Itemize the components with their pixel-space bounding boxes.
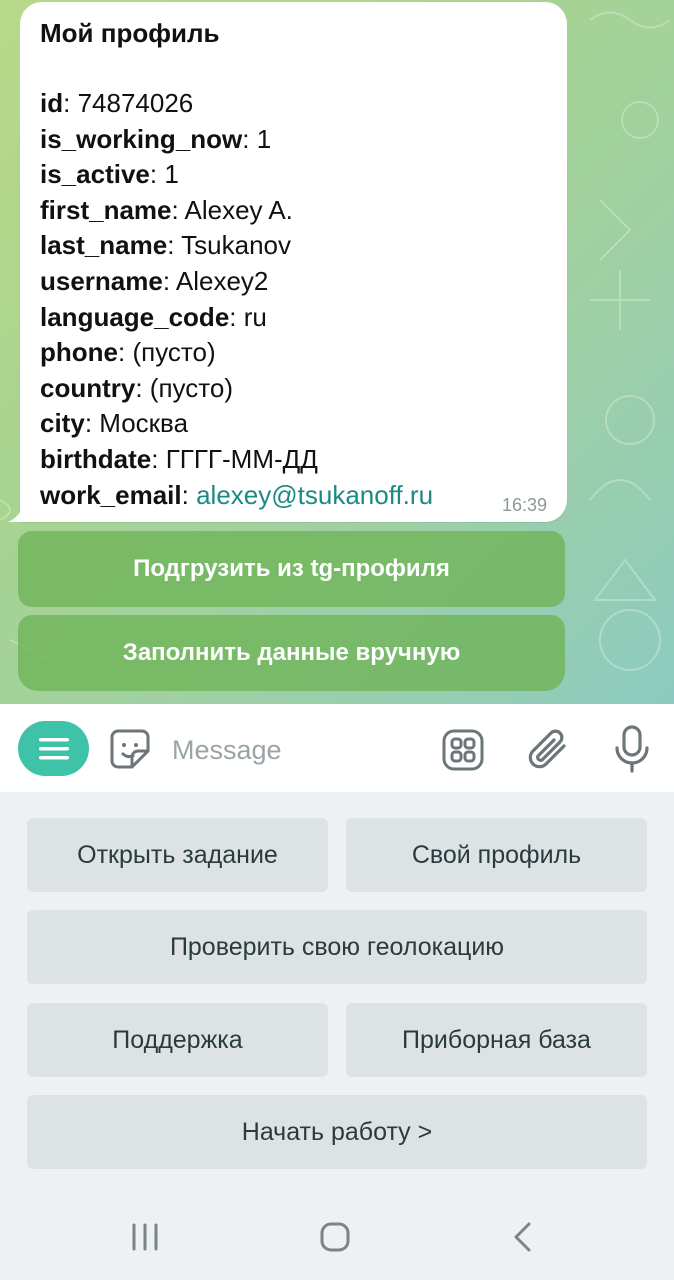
field-key: language_code <box>40 301 230 332</box>
profile-field-language-code: language_code: ru <box>40 300 547 336</box>
email-link[interactable]: alexey@tsukanoff.ru <box>196 480 433 510</box>
message-input[interactable] <box>170 726 424 774</box>
profile-field-last-name: last_name: Tsukanov <box>40 228 547 264</box>
field-key: id <box>40 88 64 118</box>
profile-field-username: username: Alexey2 <box>40 264 547 300</box>
bot-commands-icon[interactable] <box>441 728 485 772</box>
load-from-tg-button[interactable]: Подгрузить из tg-профиля <box>18 531 565 607</box>
bot-reply-keyboard: Открыть задание Свой профиль Проверить с… <box>0 792 674 1196</box>
field-value: ru <box>243 301 267 332</box>
profile-field-phone: phone: (пусто) <box>40 335 547 371</box>
profile-field-id: id: 74874026 <box>40 86 547 122</box>
field-separator: : <box>181 479 197 510</box>
field-value: Москва <box>99 408 189 439</box>
profile-field-birthdate: birthdate: ГГГГ-ММ-ДД <box>40 442 547 478</box>
field-separator: : <box>135 372 150 403</box>
field-value: Alexey A. <box>184 194 293 225</box>
field-separator: : <box>162 265 176 296</box>
chat-area: Мой профиль id: 74874026 is_working_now: … <box>0 0 674 704</box>
profile-fields-list: id: 74874026 is_working_now: 1 is_active: … <box>40 86 547 513</box>
field-separator: : <box>171 194 185 225</box>
open-task-button[interactable]: Открыть задание <box>27 818 328 892</box>
field-separator: : <box>167 230 182 261</box>
field-key: last_name <box>40 230 168 261</box>
nav-recents-icon[interactable] <box>130 1222 160 1252</box>
profile-field-country: country: (пусто) <box>40 371 547 407</box>
field-value: 74874026 <box>77 88 194 118</box>
fill-manually-button[interactable]: Заполнить данные вручную <box>18 615 565 691</box>
field-value: Tsukanov <box>181 230 292 261</box>
profile-field-city: city: Москва <box>40 406 547 442</box>
field-key: country <box>40 372 136 403</box>
nav-home-icon[interactable] <box>319 1221 351 1253</box>
field-separator: : <box>242 123 257 154</box>
field-value: ГГГГ-ММ-ДД <box>165 443 318 474</box>
message-input-bar <box>0 704 674 792</box>
support-button[interactable]: Поддержка <box>27 1003 328 1077</box>
field-separator: : <box>63 88 78 118</box>
start-work-button[interactable]: Начать работу > <box>27 1095 647 1169</box>
field-key: is_working_now <box>40 123 243 154</box>
device-base-button[interactable]: Приборная база <box>346 1003 647 1077</box>
field-key: phone <box>40 337 118 368</box>
field-value: 1 <box>256 123 272 154</box>
field-key: is_active <box>40 159 150 190</box>
mic-icon[interactable] <box>612 724 652 774</box>
field-separator: : <box>84 408 100 439</box>
system-navigation-bar <box>0 1196 674 1280</box>
field-value: (пусто) <box>149 372 233 403</box>
field-separator: : <box>229 301 244 332</box>
profile-field-is-active: is_active: 1 <box>40 157 547 193</box>
profile-field-is-working-now: is_working_now: 1 <box>40 122 547 158</box>
bot-menu-button[interactable] <box>18 721 89 776</box>
message-time: 16:39 <box>501 495 547 515</box>
field-key: username <box>40 265 163 296</box>
field-separator: : <box>149 159 165 190</box>
field-value: Alexey2 <box>175 265 269 296</box>
message-title: Мой профиль <box>40 18 220 48</box>
field-key: birthdate <box>40 443 152 474</box>
field-value: 1 <box>164 159 179 190</box>
profile-message-bubble: Мой профиль id: 74874026 is_working_now: … <box>20 2 567 522</box>
field-value: (пусто) <box>132 337 216 368</box>
profile-field-first-name: first_name: Alexey A. <box>40 193 547 229</box>
nav-back-icon[interactable] <box>510 1221 534 1253</box>
profile-field-work-email: work_email: alexey@tsukanoff.ru <box>40 478 547 514</box>
menu-icon <box>38 737 69 759</box>
check-geolocation-button[interactable]: Проверить свою геолокацию <box>27 910 647 984</box>
field-separator: : <box>151 443 166 474</box>
field-key: first_name <box>40 194 172 225</box>
field-key: work_email <box>40 479 182 510</box>
field-separator: : <box>118 337 133 368</box>
field-key: city <box>40 408 85 439</box>
sticker-icon[interactable] <box>108 727 152 771</box>
attach-icon[interactable] <box>526 726 570 772</box>
my-profile-button[interactable]: Свой профиль <box>346 818 647 892</box>
